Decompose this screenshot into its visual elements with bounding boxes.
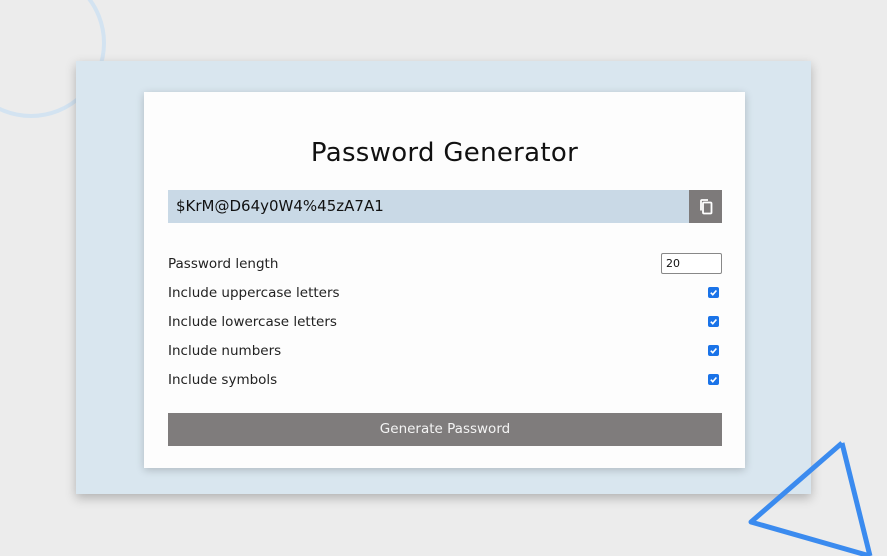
length-input[interactable] — [661, 253, 722, 274]
setting-symbols: Include symbols — [168, 365, 722, 394]
setting-uppercase: Include uppercase letters — [168, 278, 722, 307]
outer-panel: Password Generator $KrM@D64y0W4%45zA7A1 … — [76, 61, 811, 494]
setting-length: Password length — [168, 249, 722, 278]
password-output[interactable]: $KrM@D64y0W4%45zA7A1 — [168, 190, 689, 223]
page-title: Password Generator — [310, 138, 579, 168]
symbols-label: Include symbols — [168, 371, 278, 388]
numbers-checkbox[interactable] — [708, 345, 719, 356]
lowercase-checkbox[interactable] — [708, 316, 719, 327]
setting-lowercase: Include lowercase letters — [168, 307, 722, 336]
copy-button[interactable] — [689, 190, 722, 223]
numbers-label: Include numbers — [168, 342, 282, 359]
uppercase-label: Include uppercase letters — [168, 284, 340, 301]
generate-password-button[interactable]: Generate Password — [168, 413, 722, 446]
checkmark-icon — [710, 347, 717, 354]
checkmark-icon — [710, 376, 717, 383]
setting-numbers: Include numbers — [168, 336, 722, 365]
generator-card: Password Generator $KrM@D64y0W4%45zA7A1 … — [144, 92, 745, 468]
checkmark-icon — [710, 289, 717, 296]
symbols-checkbox[interactable] — [708, 374, 719, 385]
password-row: $KrM@D64y0W4%45zA7A1 — [168, 190, 722, 223]
lowercase-label: Include lowercase letters — [168, 313, 337, 330]
uppercase-checkbox[interactable] — [708, 287, 719, 298]
copy-icon — [699, 198, 712, 214]
checkmark-icon — [710, 318, 717, 325]
length-label: Password length — [168, 255, 279, 272]
settings-list: Password length Include uppercase letter… — [168, 249, 722, 394]
